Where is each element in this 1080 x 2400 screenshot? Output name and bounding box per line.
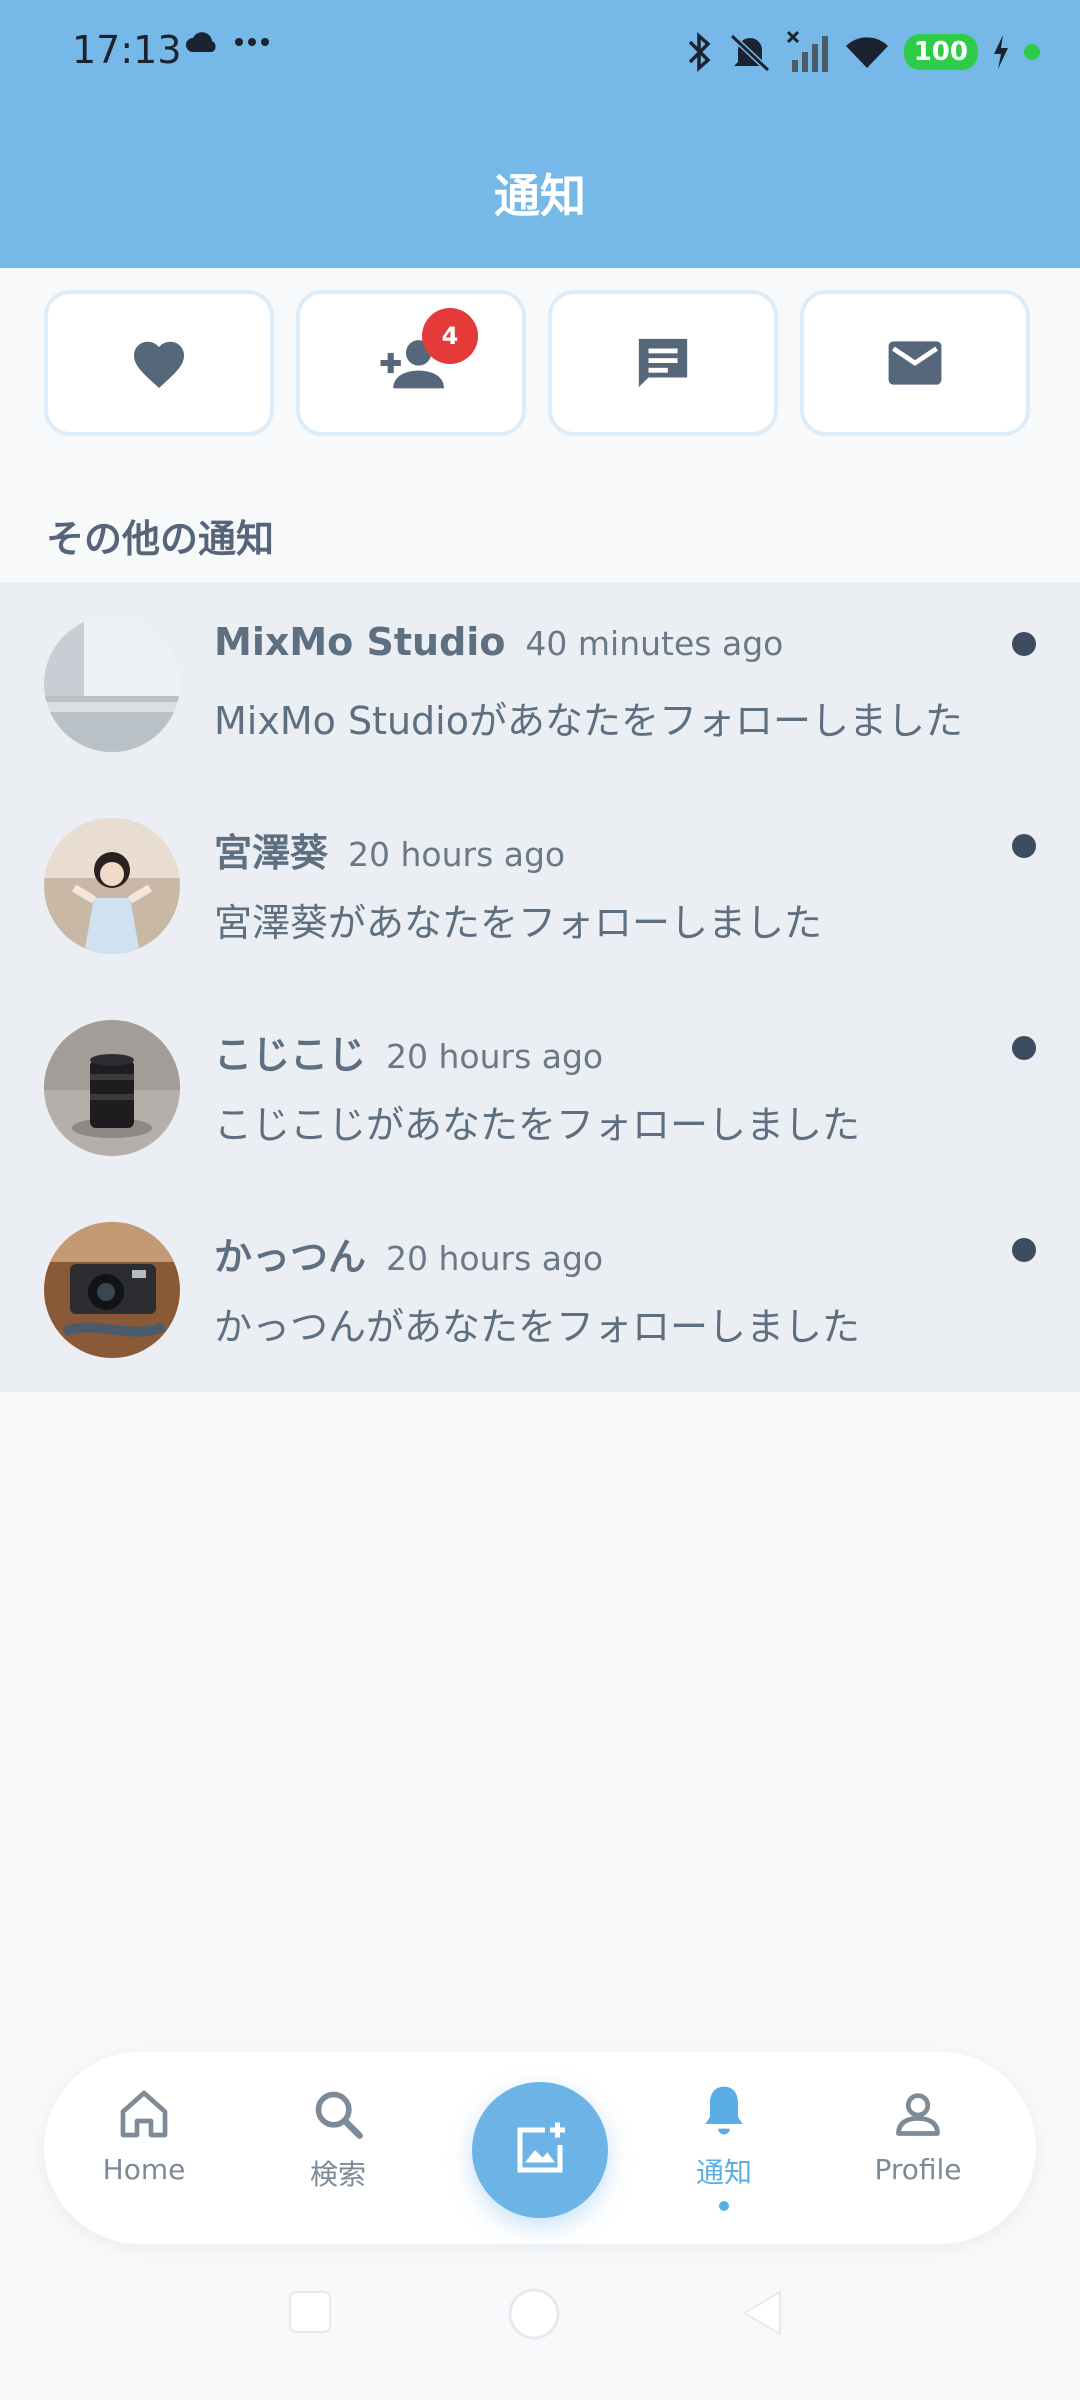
follows-filter-button[interactable]: 4 — [296, 290, 526, 436]
notification-header: こじこじ 20 hours ago — [214, 1024, 603, 1079]
notification-text: こじこじがあなたをフォローしました — [214, 1103, 861, 1147]
notification-list: MixMo Studio 40 minutes ago MixMo Studioが… — [0, 582, 1080, 1392]
more-icon — [235, 38, 269, 46]
unread-indicator — [1012, 1036, 1036, 1060]
system-navigation-bar — [0, 2288, 1080, 2380]
mute-icon — [729, 33, 770, 72]
avatar — [44, 616, 180, 752]
nav-notifications[interactable]: 通知 — [644, 2082, 804, 2211]
nav-profile-label: Profile — [874, 2153, 962, 2186]
signal-icon — [786, 30, 828, 72]
notification-header: かっつん 20 hours ago — [214, 1226, 603, 1281]
wifi-icon — [845, 37, 888, 68]
back-button-icon[interactable] — [740, 2290, 784, 2336]
status-time: 17:13 — [72, 28, 182, 72]
active-tab-indicator — [719, 2201, 729, 2211]
notification-text: 宮澤葵があなたをフォローしました — [214, 901, 823, 945]
user-name[interactable]: MixMo Studio — [214, 620, 505, 664]
notification-header: 宮澤葵 20 hours ago — [214, 822, 565, 877]
person-icon — [896, 2093, 940, 2136]
cloud-icon — [186, 32, 216, 52]
bluetooth-icon — [688, 32, 711, 72]
timestamp: 20 hours ago — [386, 1037, 604, 1076]
home-button-icon[interactable] — [506, 2286, 562, 2342]
timestamp: 40 minutes ago — [525, 624, 784, 663]
follows-count-badge: 4 — [422, 308, 478, 364]
bottom-navigation: Home 検索 通知 Profile — [44, 2052, 1036, 2244]
notification-text: MixMo Studioがあなたをフォローしました — [214, 699, 963, 743]
add-post-button[interactable] — [472, 2082, 608, 2218]
add-photo-icon — [517, 2122, 565, 2173]
chat-icon — [638, 338, 688, 388]
heart-icon — [134, 341, 184, 388]
likes-filter-button[interactable] — [44, 290, 274, 436]
app-header: 17:13 100 通知 — [0, 0, 1080, 268]
nav-profile[interactable]: Profile — [838, 2088, 998, 2186]
privacy-indicator — [1024, 44, 1040, 60]
list-item[interactable]: こじこじ 20 hours ago こじこじがあなたをフォローしました — [0, 986, 1080, 1188]
notification-filter-row: 4 — [44, 290, 1036, 436]
unread-indicator — [1012, 1238, 1036, 1262]
status-right-icons: 100 — [686, 30, 1040, 74]
list-item[interactable]: MixMo Studio 40 minutes ago MixMo Studioが… — [0, 582, 1080, 784]
comments-filter-button[interactable] — [548, 290, 778, 436]
charging-icon — [994, 35, 1008, 69]
avatar — [44, 1222, 180, 1358]
search-icon — [315, 2091, 363, 2139]
status-left-icons — [184, 30, 270, 54]
messages-filter-button[interactable] — [800, 290, 1030, 436]
nav-home-label: Home — [102, 2153, 186, 2186]
status-bar: 17:13 100 — [0, 0, 1080, 100]
notification-text: かっつんがあなたをフォローしました — [214, 1305, 861, 1349]
nav-notifications-label: 通知 — [695, 2156, 752, 2189]
nav-search[interactable]: 検索 — [258, 2088, 418, 2193]
list-item[interactable]: かっつん 20 hours ago かっつんがあなたをフォローしました — [0, 1188, 1080, 1390]
home-icon — [120, 2090, 168, 2138]
nav-home[interactable]: Home — [64, 2088, 224, 2186]
avatar — [44, 818, 180, 954]
user-name[interactable]: こじこじ — [214, 1033, 366, 1077]
unread-indicator — [1012, 834, 1036, 858]
notification-header: MixMo Studio 40 minutes ago — [214, 620, 783, 664]
recents-button-icon[interactable] — [288, 2290, 332, 2334]
section-title: その他の通知 — [46, 517, 275, 561]
mail-icon — [888, 341, 942, 385]
page-title: 通知 — [494, 169, 586, 223]
user-name[interactable]: かっつん — [214, 1235, 366, 1279]
timestamp: 20 hours ago — [386, 1239, 604, 1278]
list-item[interactable]: 宮澤葵 20 hours ago 宮澤葵があなたをフォローしました — [0, 784, 1080, 986]
battery-indicator: 100 — [903, 34, 978, 70]
timestamp: 20 hours ago — [348, 835, 566, 874]
nav-search-label: 検索 — [309, 2158, 366, 2191]
avatar — [44, 1020, 180, 1156]
bell-icon — [705, 2086, 743, 2135]
unread-indicator — [1012, 632, 1036, 656]
user-name[interactable]: 宮澤葵 — [214, 831, 328, 875]
